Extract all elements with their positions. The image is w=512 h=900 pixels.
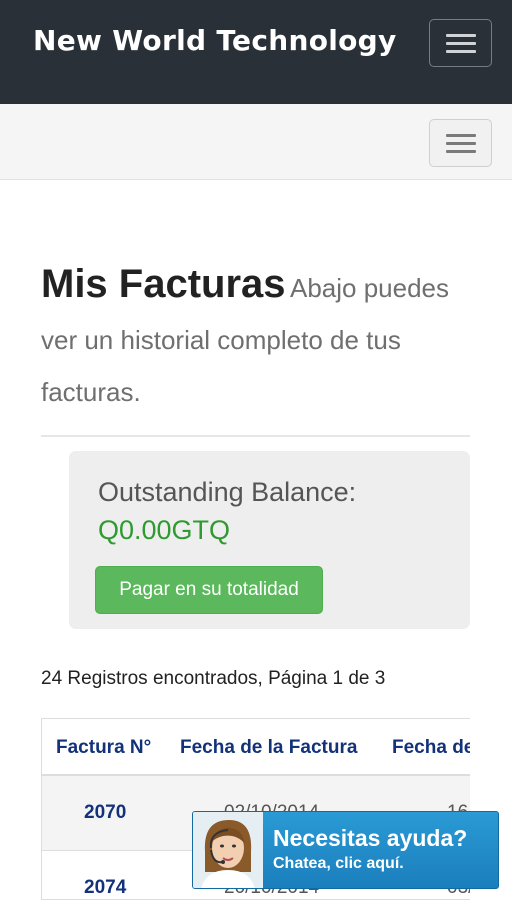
invoice-number-link[interactable]: 2070 (84, 802, 126, 824)
balance-label: Outstanding Balance: (98, 477, 357, 507)
live-chat-widget[interactable]: Necesitas ayuda? Chatea, clic aquí. (192, 811, 499, 889)
menu-bar (445, 141, 476, 145)
support-agent-avatar (193, 812, 263, 888)
table-header: Factura N° Fecha de la Factura Fecha de … (42, 719, 470, 776)
brand-name[interactable]: New World Technology (33, 24, 397, 57)
chat-subtitle: Chatea, clic aquí. (273, 855, 404, 872)
hamburger-menu-icon[interactable] (429, 119, 492, 167)
balance-panel: Outstanding Balance: Q0.00GTQ Pagar en s… (69, 451, 470, 629)
menu-bar (445, 41, 476, 45)
secondary-navbar (0, 104, 512, 180)
page-header: Mis Facturas Abajo puedes ver un histori… (41, 258, 471, 418)
top-navbar: New World Technology (0, 0, 512, 104)
balance-amount: Q0.00GTQ (98, 515, 231, 545)
column-header-invoice-date[interactable]: Fecha de la Factura (180, 737, 357, 759)
menu-bar (445, 33, 476, 37)
divider (41, 435, 470, 437)
page-title: Mis Facturas (41, 262, 286, 306)
support-agent-icon (193, 812, 263, 888)
invoice-number-link[interactable]: 2074 (84, 877, 126, 899)
menu-bar (445, 149, 476, 153)
records-count: 24 Registros encontrados, Página 1 de 3 (41, 668, 386, 689)
menu-bar (445, 49, 476, 53)
column-header-due-date[interactable]: Fecha de Vencimiento (392, 737, 470, 759)
chat-title: Necesitas ayuda? (273, 825, 468, 851)
hamburger-menu-icon[interactable] (429, 19, 492, 67)
pay-full-button[interactable]: Pagar en su totalidad (95, 566, 323, 614)
menu-bar (445, 133, 476, 137)
column-header-invoice-number[interactable]: Factura N° (56, 737, 151, 759)
